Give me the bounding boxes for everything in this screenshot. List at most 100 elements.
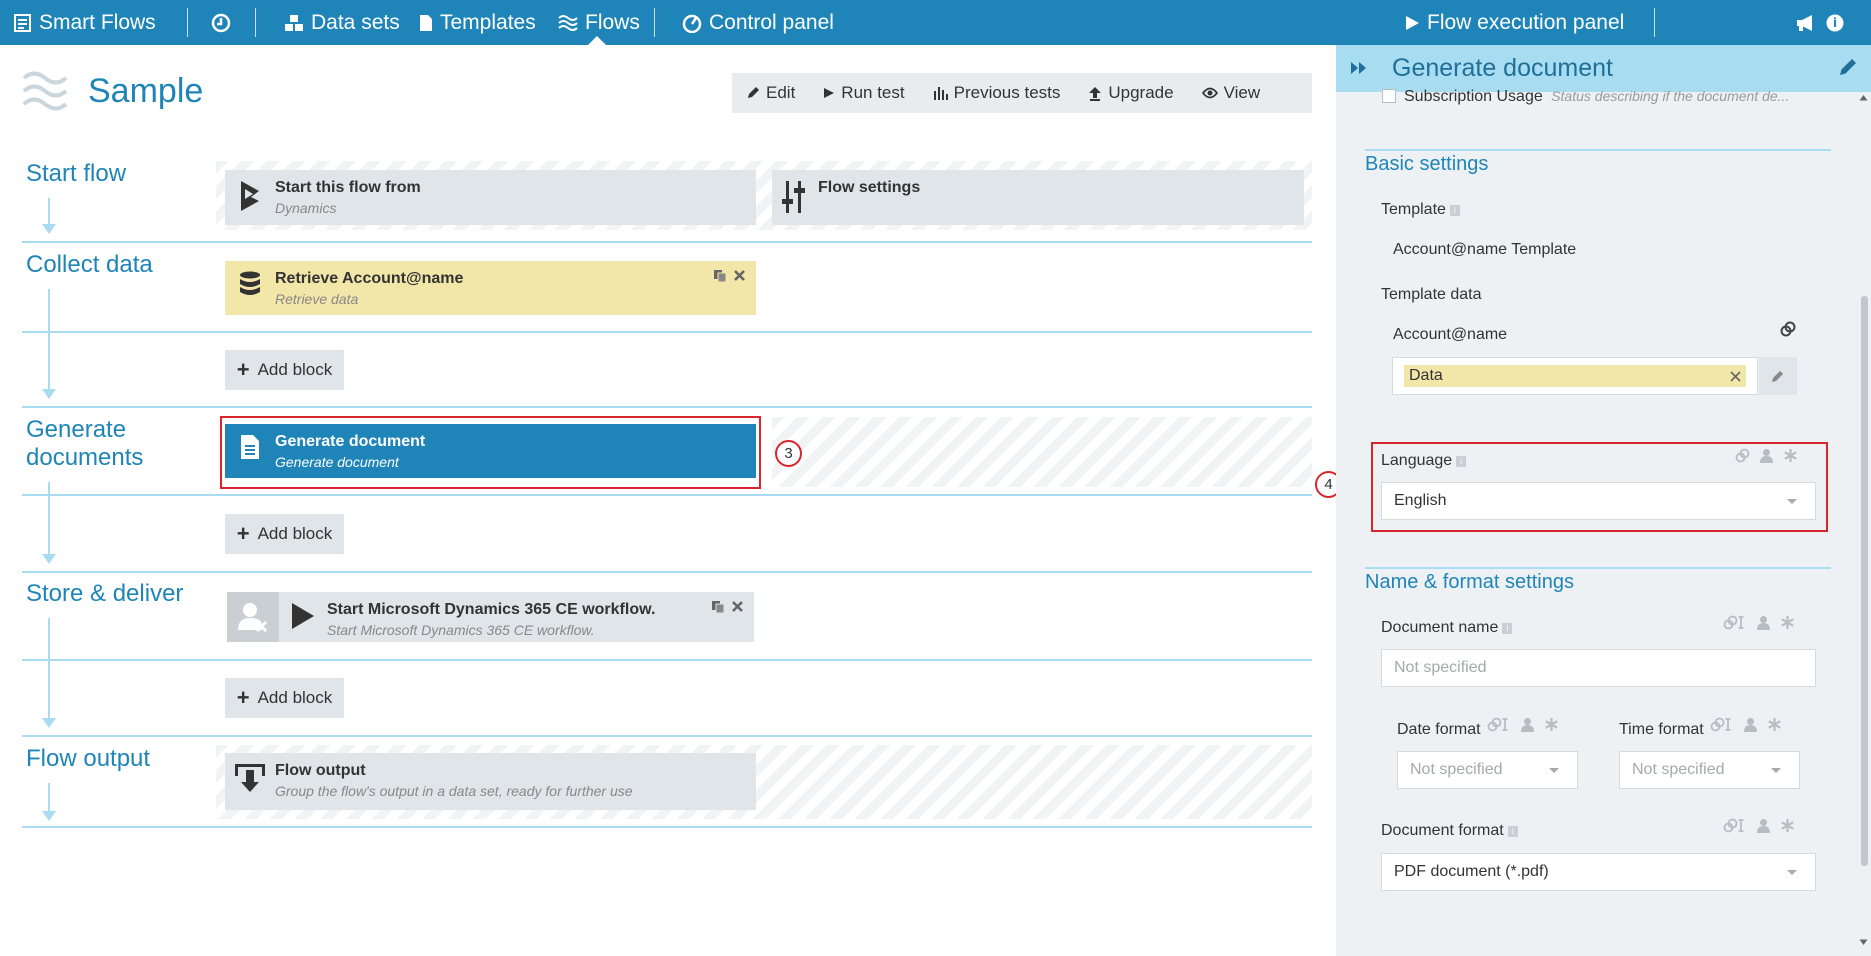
panel-title: Generate document <box>1392 54 1613 82</box>
add-block-button-label: Add block <box>257 360 333 379</box>
close-icon[interactable] <box>731 600 744 613</box>
nav-separator <box>1654 8 1655 37</box>
document-icon <box>420 14 432 31</box>
page-title: Sample <box>88 72 204 110</box>
copy-icon[interactable] <box>711 600 725 614</box>
template-data-label: Template data <box>1381 286 1482 303</box>
scroll-down-icon[interactable] <box>1859 939 1868 946</box>
document-format-select-value: PDF document (*.pdf) <box>1394 863 1549 880</box>
nav-history-button[interactable] <box>211 0 238 45</box>
nav-brand[interactable]: Smart Flows <box>14 0 156 45</box>
user-disabled-icon <box>227 592 279 642</box>
stage-arrow <box>42 198 56 234</box>
user-icon[interactable] <box>1520 717 1535 732</box>
asterisk-icon[interactable] <box>1780 818 1795 833</box>
link-text-icon[interactable] <box>1487 717 1511 732</box>
run-test-button[interactable]: Run test <box>809 73 918 113</box>
dynamics-workflow-block-subtitle: Start Microsoft Dynamics 365 CE workflow… <box>327 622 595 638</box>
collapse-panel-icon[interactable] <box>1350 61 1368 75</box>
asterisk-icon[interactable] <box>1780 615 1795 630</box>
subscription-usage-description: Status describing if the document de... <box>1551 88 1790 104</box>
info-icon: i <box>1502 622 1513 634</box>
link-text-icon[interactable] <box>1710 717 1734 732</box>
info-icon: i <box>1449 204 1460 216</box>
plus-icon: + <box>236 685 250 710</box>
start-flow-block[interactable]: Start this flow from Dynamics <box>225 170 756 225</box>
stage-divider <box>22 735 1312 737</box>
time-format-select[interactable]: Not specified <box>1619 751 1800 789</box>
add-block-button-label: Add block <box>257 524 333 543</box>
flow-output-block-subtitle: Group the flow's output in a data set, r… <box>275 783 633 799</box>
previous-tests-button-label: Previous tests <box>953 83 1061 102</box>
retrieve-account-block-subtitle: Retrieve data <box>275 291 359 307</box>
stage-divider <box>22 406 1312 408</box>
section-divider <box>1365 567 1831 569</box>
database-icon <box>240 271 260 295</box>
announcements-button[interactable] <box>1796 0 1825 45</box>
nav-templates[interactable]: Templates <box>419 0 536 45</box>
close-icon[interactable] <box>1730 371 1741 382</box>
top-nav-bar: Smart Flows Data sets Templates Flows Co… <box>0 0 1871 45</box>
user-icon[interactable] <box>1743 717 1758 732</box>
link-icon[interactable] <box>1780 321 1796 337</box>
asterisk-icon[interactable] <box>1767 717 1782 732</box>
nav-separator <box>187 8 188 37</box>
block-divider <box>22 494 1312 496</box>
add-block-button[interactable]: + Add block <box>225 678 344 718</box>
pencil-icon[interactable] <box>1838 57 1858 77</box>
document-name-field-label: Document name i <box>1381 619 1513 637</box>
close-icon[interactable] <box>733 269 746 282</box>
pencil-icon <box>748 87 759 98</box>
user-icon[interactable] <box>1756 615 1771 630</box>
document-format-select[interactable]: PDF document (*.pdf) <box>1381 853 1816 891</box>
flow-output-block[interactable]: Flow output Group the flow's output in a… <box>225 753 756 810</box>
stage-label-generate: Generate documents <box>26 416 143 472</box>
upgrade-button-label: Upgrade <box>1108 83 1174 102</box>
add-block-button[interactable]: + Add block <box>225 514 344 554</box>
edit-mapping-button[interactable] <box>1759 357 1797 395</box>
highlight-box-generate-block <box>220 416 761 489</box>
section-divider <box>1365 149 1831 151</box>
megaphone-icon <box>1797 14 1812 31</box>
user-icon[interactable] <box>1756 818 1771 833</box>
document-format-field-options <box>1723 818 1795 833</box>
previous-tests-button[interactable]: Previous tests <box>919 73 1075 113</box>
flow-toolbar: Edit Run test Previous tests Upgrade Vie… <box>732 73 1312 113</box>
asterisk-icon[interactable] <box>1544 717 1559 732</box>
view-button[interactable]: View <box>1188 73 1275 113</box>
panel-scrollbar[interactable] <box>1856 92 1871 956</box>
block-divider <box>22 331 1312 333</box>
gauge-icon <box>682 14 702 33</box>
eye-icon <box>1201 87 1218 99</box>
start-flow-block-subtitle: Dynamics <box>275 200 337 216</box>
block-divider <box>22 659 1312 661</box>
scrollbar-thumb[interactable] <box>1861 296 1868 866</box>
help-button[interactable]: i <box>1826 0 1851 45</box>
copy-icon[interactable] <box>713 269 727 283</box>
add-block-button[interactable]: + Add block <box>225 350 344 390</box>
template-data-mapping-field[interactable]: Data <box>1392 357 1758 395</box>
nav-control-panel[interactable]: Control panel <box>682 0 834 45</box>
link-text-icon[interactable] <box>1723 818 1747 833</box>
data-tag[interactable]: Data <box>1404 365 1746 387</box>
dynamics-logo-icon <box>241 181 259 211</box>
document-format-field-label: Document format i <box>1381 822 1518 840</box>
scroll-up-icon[interactable] <box>1859 94 1868 101</box>
dynamics-workflow-block[interactable]: Start Microsoft Dynamics 365 CE workflow… <box>227 592 754 642</box>
edit-button[interactable]: Edit <box>732 73 809 113</box>
date-format-select[interactable]: Not specified <box>1397 751 1578 789</box>
nav-flow-execution-panel[interactable]: Flow execution panel <box>1404 0 1624 45</box>
nav-data-sets[interactable]: Data sets <box>284 0 400 45</box>
upgrade-button[interactable]: Upgrade <box>1074 73 1187 113</box>
plus-icon: + <box>236 521 250 546</box>
retrieve-account-block[interactable]: Retrieve Account@name Retrieve data <box>225 261 756 315</box>
link-text-icon[interactable] <box>1723 615 1747 630</box>
stage-divider <box>22 826 1312 828</box>
flow-settings-block[interactable]: Flow settings <box>772 170 1304 225</box>
document-name-input[interactable]: Not specified <box>1381 649 1816 687</box>
template-value: Account@name Template <box>1393 241 1577 258</box>
nav-templates-label: Templates <box>440 10 536 34</box>
run-test-button-label: Run test <box>841 83 905 102</box>
subscription-usage-checkbox[interactable] <box>1382 89 1396 103</box>
stage-label-output: Flow output <box>26 745 151 772</box>
